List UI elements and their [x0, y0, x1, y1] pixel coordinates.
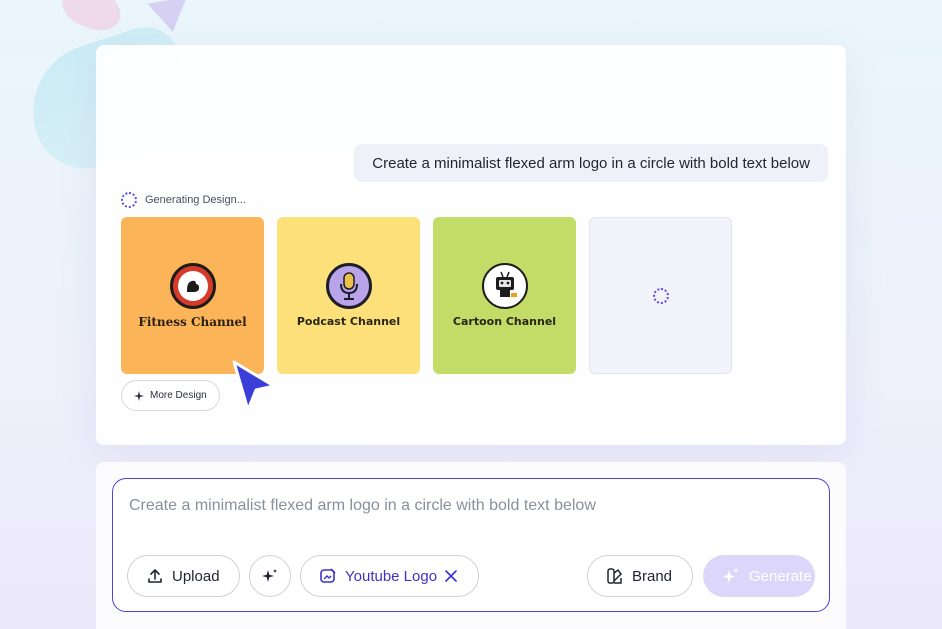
upload-label: Upload	[172, 567, 220, 585]
sparkle-icon	[262, 568, 278, 584]
card-title: Fitness Channel	[138, 314, 247, 329]
decorative-triangle	[147, 0, 193, 36]
close-icon[interactable]	[445, 570, 457, 582]
tag-label: Youtube Logo	[345, 567, 438, 585]
mouse-cursor-icon	[230, 358, 280, 433]
status-text: Generating Design...	[145, 194, 246, 206]
upload-button[interactable]: Upload	[127, 555, 240, 597]
image-edit-icon	[319, 567, 337, 585]
generation-status: Generating Design...	[121, 192, 246, 208]
design-results: Fitness Channel Podcast Channel Cartoon …	[121, 217, 732, 374]
chat-panel: Create a minimalist flexed arm logo in a…	[96, 45, 846, 445]
user-prompt-bubble: Create a minimalist flexed arm logo in a…	[354, 144, 828, 182]
generate-button[interactable]: Generate	[703, 555, 815, 597]
more-design-button[interactable]: More Design	[121, 380, 220, 411]
brand-label: Brand	[632, 567, 673, 585]
prompt-input[interactable]	[129, 497, 789, 515]
user-prompt-text: Create a minimalist flexed arm logo in a…	[372, 154, 810, 172]
design-card-podcast[interactable]: Podcast Channel	[277, 217, 420, 374]
sparkle-icon	[134, 390, 144, 401]
upload-icon	[146, 567, 164, 585]
robot-icon	[481, 263, 528, 309]
palette-icon	[606, 567, 624, 585]
brand-button[interactable]: Brand	[587, 555, 693, 597]
microphone-icon	[325, 263, 372, 309]
card-title: Podcast Channel	[296, 315, 401, 328]
design-card-cartoon[interactable]: Cartoon Channel	[433, 217, 576, 374]
loading-spinner-icon	[121, 192, 137, 208]
prompt-composer: Upload Youtube Logo Brand	[96, 462, 846, 629]
loading-spinner-icon	[652, 287, 669, 304]
sparkle-icon	[721, 567, 741, 585]
flexed-arm-icon	[169, 262, 216, 309]
more-design-label: More Design	[150, 390, 207, 401]
generate-label: Generate	[749, 567, 812, 585]
composer-box: Upload Youtube Logo Brand	[112, 478, 830, 612]
card-title: Cartoon Channel	[452, 315, 557, 328]
design-card-loading	[589, 217, 732, 374]
magic-prompt-button[interactable]	[249, 555, 291, 597]
decorative-blob	[56, 0, 128, 38]
youtube-logo-tag[interactable]: Youtube Logo	[300, 555, 479, 597]
design-card-fitness[interactable]: Fitness Channel	[121, 217, 264, 374]
